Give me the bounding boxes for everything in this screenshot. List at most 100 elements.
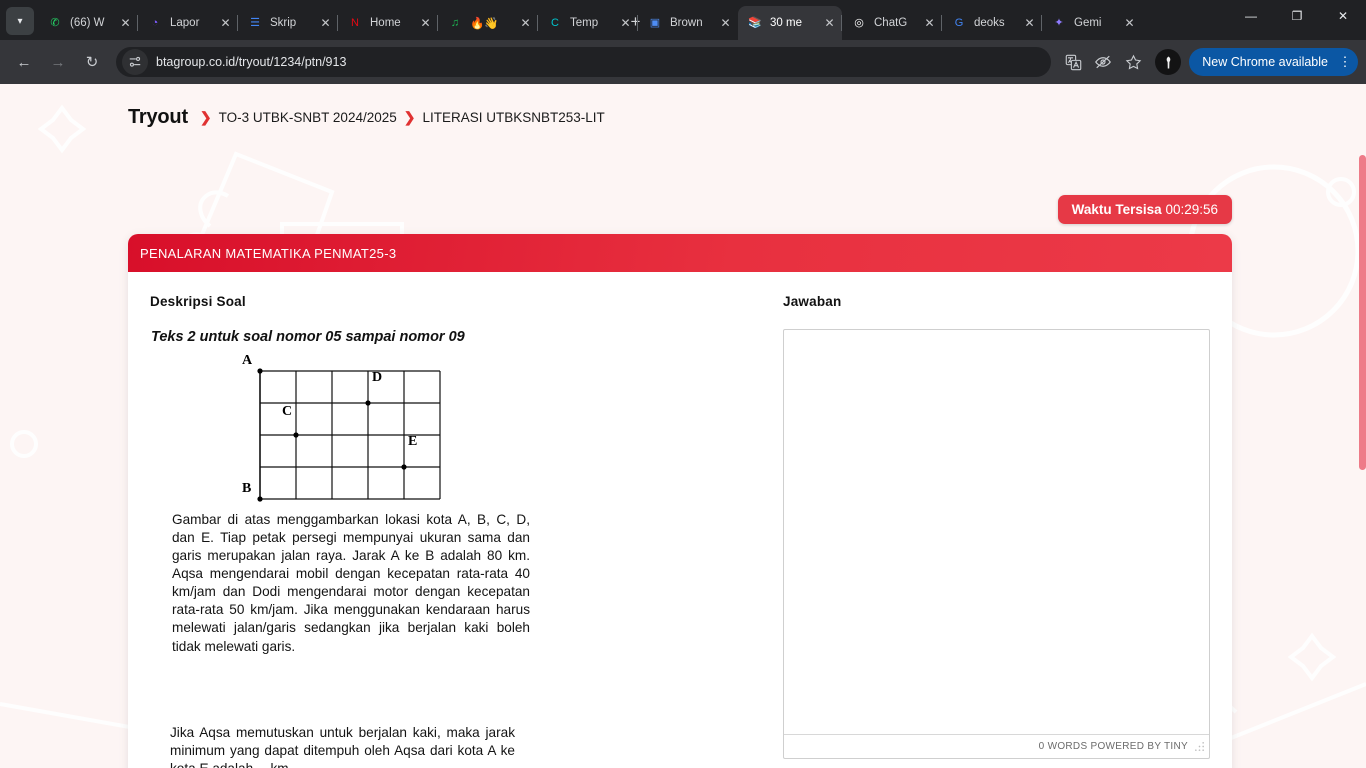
whatsapp-icon: ✆ bbox=[50, 16, 60, 29]
answer-column: Jawaban 0 words Powered by Tiny bbox=[755, 294, 1210, 768]
page-viewport: Tryout ❯ TO-3 UTBK-SNBT 2024/2025 ❯ LITERAS… bbox=[0, 84, 1366, 768]
tab-close-icon[interactable]: ✕ bbox=[317, 15, 334, 32]
tab-8[interactable]: ◎ ChatG ✕ bbox=[841, 6, 942, 40]
page-scrollbar[interactable] bbox=[1358, 84, 1366, 768]
tab-close-icon[interactable]: ✕ bbox=[417, 15, 434, 32]
window-controls: — ❐ ✕ bbox=[1228, 0, 1366, 40]
tab-title: deoks bbox=[974, 17, 1005, 29]
teks-title: Teks 2 untuk soal nomor 05 sampai nomor … bbox=[151, 329, 465, 345]
forward-icon[interactable]: → bbox=[42, 46, 74, 78]
grid-diagram: A B C D E bbox=[226, 353, 466, 503]
tab-2[interactable]: ☰ Skrip ✕ bbox=[237, 6, 338, 40]
tab-strip: ▾ ✆ (66) W ✕ ◔ Lapor ✕ ☰ Skrip ✕ N Home ✕ ♫ 🔥👋 ✕ C Temp ✕… bbox=[0, 0, 1366, 40]
tryout-icon: 📚 bbox=[748, 16, 762, 29]
tab-title: 30 me bbox=[770, 17, 802, 29]
point-b bbox=[257, 496, 263, 502]
tab-close-icon[interactable]: ✕ bbox=[821, 15, 838, 32]
spotify-icon: ♫ bbox=[450, 16, 460, 29]
page-title: Tryout bbox=[128, 105, 188, 128]
answer-editor[interactable]: 0 words Powered by Tiny bbox=[783, 329, 1210, 759]
tab-5[interactable]: C Temp ✕ bbox=[537, 6, 638, 40]
resize-grip-icon[interactable] bbox=[1194, 741, 1205, 752]
tab-7[interactable]: 📚 30 me ✕ bbox=[738, 6, 842, 40]
browser-toolbar: ← → ↻ btagroup.co.id/tryout/1234/ptn/913 bbox=[0, 40, 1366, 84]
reload-icon[interactable]: ↻ bbox=[76, 46, 108, 78]
profile-avatar[interactable] bbox=[1155, 49, 1182, 75]
timer-label: Waktu Tersisa bbox=[1071, 202, 1162, 217]
scrollbar-thumb[interactable] bbox=[1359, 155, 1366, 470]
point-c bbox=[293, 432, 299, 438]
tab-close-icon[interactable]: ✕ bbox=[117, 15, 134, 32]
tab-title: (66) W bbox=[70, 17, 105, 29]
translate-icon[interactable] bbox=[1059, 48, 1087, 76]
update-label: New Chrome available bbox=[1202, 55, 1328, 69]
address-bar[interactable]: btagroup.co.id/tryout/1234/ptn/913 bbox=[116, 47, 1052, 77]
tab-title: Lapor bbox=[170, 17, 200, 29]
window-minimize-button[interactable]: — bbox=[1228, 0, 1274, 32]
netflix-icon: N bbox=[351, 16, 359, 29]
tab-title: Brown bbox=[670, 17, 703, 29]
tab-0[interactable]: ✆ (66) W ✕ bbox=[38, 6, 138, 40]
breadcrumb-chevron-1: ❯ bbox=[403, 108, 416, 125]
tab-close-icon[interactable]: ✕ bbox=[717, 15, 734, 32]
window-maximize-button[interactable]: ❐ bbox=[1274, 0, 1320, 32]
gemini-icon: ✦ bbox=[1054, 16, 1064, 29]
answer-input[interactable] bbox=[784, 330, 1209, 734]
tab-close-icon[interactable]: ✕ bbox=[617, 15, 634, 32]
google-docs-icon: ☰ bbox=[250, 16, 260, 29]
tab-10[interactable]: ✦ Gemi ✕ bbox=[1041, 6, 1142, 40]
window-close-button[interactable]: ✕ bbox=[1320, 0, 1366, 32]
tab-title: Skrip bbox=[270, 17, 297, 29]
eye-off-icon[interactable] bbox=[1089, 48, 1117, 76]
point-label-e: E bbox=[408, 434, 417, 449]
tab-9[interactable]: Gdeoks ✕ bbox=[941, 6, 1042, 40]
passage-text: Gambar di atas menggambarkan lokasi kota… bbox=[172, 512, 530, 654]
breadcrumb-item-0[interactable]: TO-3 UTBK-SNBT 2024/2025 bbox=[219, 110, 397, 125]
page-header: Tryout ❯ TO-3 UTBK-SNBT 2024/2025 ❯ LITERAS… bbox=[0, 84, 1366, 134]
question-text: Jika Aqsa memutuskan untuk berjalan kaki… bbox=[170, 724, 515, 768]
tab-close-icon[interactable]: ✕ bbox=[1121, 15, 1138, 32]
tab-search-icon[interactable]: ▾ bbox=[6, 7, 34, 35]
tab-close-icon[interactable]: ✕ bbox=[517, 15, 534, 32]
tab-title: Temp bbox=[570, 17, 599, 29]
grid-diagram-svg: A B C D E bbox=[242, 353, 441, 502]
section-banner: PENALARAN MATEMATIKA PENMAT25-3 bbox=[128, 234, 1232, 272]
page-settings-icon[interactable] bbox=[122, 49, 148, 75]
browser-window: ▾ ✆ (66) W ✕ ◔ Lapor ✕ ☰ Skrip ✕ N Home ✕ ♫ 🔥👋 ✕ C Temp ✕… bbox=[0, 0, 1366, 768]
tab-close-icon[interactable]: ✕ bbox=[217, 15, 234, 32]
card-body: Deskripsi Soal Teks 2 untuk soal nomor 0… bbox=[128, 272, 1232, 768]
question-card: PENALARAN MATEMATIKA PENMAT25-3 Deskrips… bbox=[128, 234, 1232, 768]
time-remaining-badge: Waktu Tersisa 00:29:56 bbox=[1057, 195, 1232, 224]
point-label-b: B bbox=[242, 481, 251, 496]
back-icon[interactable]: ← bbox=[8, 46, 40, 78]
tab-close-icon[interactable]: ✕ bbox=[1021, 15, 1038, 32]
breadcrumb-item-1[interactable]: LITERASI UTBKSNBT253-LIT bbox=[422, 110, 604, 125]
tab-close-icon[interactable]: ✕ bbox=[921, 15, 938, 32]
tab-4[interactable]: ♫ 🔥👋 ✕ bbox=[437, 6, 538, 40]
point-a bbox=[257, 368, 263, 374]
new-chrome-available-button[interactable]: New Chrome available ⋮ bbox=[1189, 48, 1358, 76]
kebab-menu-icon[interactable]: ⋮ bbox=[1336, 54, 1354, 70]
tab-1[interactable]: ◔ Lapor ✕ bbox=[137, 6, 238, 40]
editor-status-bar: 0 words Powered by Tiny bbox=[784, 734, 1209, 758]
omnibox-actions bbox=[1059, 48, 1147, 76]
openai-icon: ◎ bbox=[854, 16, 864, 29]
tab-list: ✆ (66) W ✕ ◔ Lapor ✕ ☰ Skrip ✕ N Home ✕ ♫ 🔥👋 ✕ C Temp ✕ ▣ B… bbox=[38, 0, 1135, 40]
timer-value: 00:29:56 bbox=[1165, 202, 1218, 217]
tab-title: 🔥👋 bbox=[470, 18, 499, 30]
tab-title: Gemi bbox=[1074, 17, 1102, 29]
point-e bbox=[401, 464, 407, 470]
jawaban-heading: Jawaban bbox=[783, 294, 842, 309]
section-title: PENALARAN MATEMATIKA PENMAT25-3 bbox=[140, 245, 397, 261]
point-label-c: C bbox=[282, 404, 292, 419]
tab-title: Home bbox=[370, 17, 401, 29]
browser-icon: ▣ bbox=[649, 16, 661, 29]
word-count-label: 0 words Powered by Tiny bbox=[1038, 741, 1188, 752]
url-text: btagroup.co.id/tryout/1234/ptn/913 bbox=[156, 55, 347, 69]
deskripsi-soal-heading: Deskripsi Soal bbox=[150, 294, 246, 309]
star-icon[interactable] bbox=[1119, 48, 1147, 76]
breadcrumb-chevron-0: ❯ bbox=[199, 108, 212, 125]
tab-3[interactable]: N Home ✕ bbox=[337, 6, 438, 40]
point-label-a: A bbox=[242, 353, 253, 368]
tab-6[interactable]: ▣ Brown ✕ bbox=[637, 6, 738, 40]
